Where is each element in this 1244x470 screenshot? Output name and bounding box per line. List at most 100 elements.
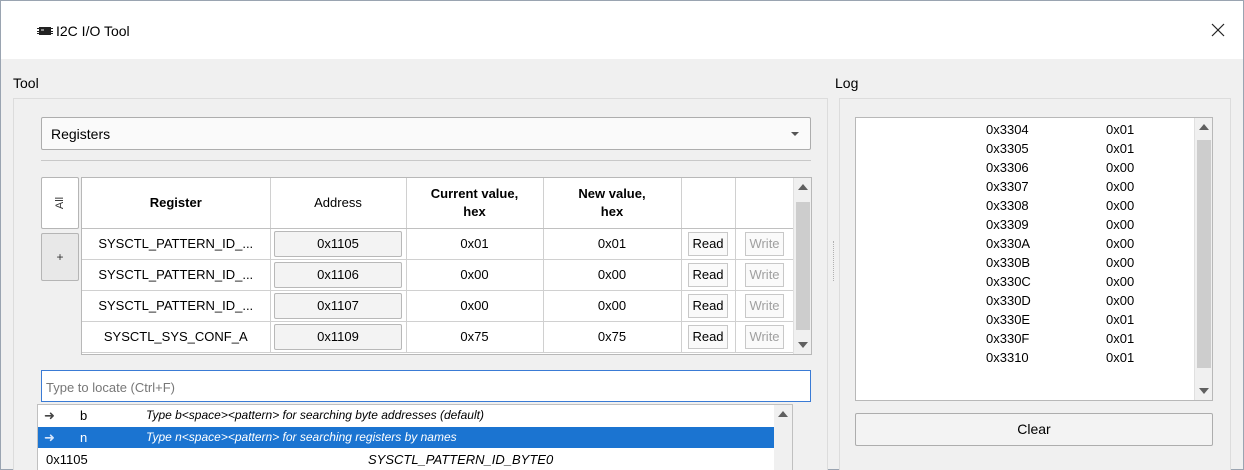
log-entry-value: 0x00 <box>1106 179 1135 194</box>
completion-match-row[interactable]: 0x1105 SYSCTL_PATTERN_ID_BYTE0 <box>38 449 775 470</box>
completion-item-name-search[interactable]: ➜ n Type n<space><pattern> for searching… <box>38 427 775 448</box>
log-entry[interactable]: 0x3304 0x01 <box>856 120 1194 140</box>
completion-match-name: SYSCTL_PATTERN_ID_BYTE0 <box>368 452 554 467</box>
tool-group-label: Tool <box>13 75 39 91</box>
column-header-register[interactable]: Register <box>82 178 271 229</box>
completion-match-address: 0x1105 <box>46 452 88 467</box>
log-entry-address: 0x3307 <box>986 179 1029 194</box>
log-entry-address: 0x330B <box>986 255 1031 270</box>
log-list: 0x3304 0x01 0x3305 0x01 0x3306 0x00 0x3307 0x00… <box>855 117 1213 401</box>
log-entry-value: 0x00 <box>1106 293 1135 308</box>
log-entry-value: 0x01 <box>1106 141 1135 156</box>
log-entry-value: 0x00 <box>1106 236 1135 251</box>
divider <box>41 160 811 161</box>
log-scrollbar[interactable] <box>1194 118 1212 400</box>
log-entry[interactable]: 0x330B 0x00 <box>856 253 1194 273</box>
read-button[interactable]: Read <box>688 262 728 287</box>
table-row[interactable]: SYSCTL_PATTERN_ID_... 0x1107 0x00 0x00 R… <box>82 290 795 322</box>
locate-search-input[interactable] <box>46 377 786 397</box>
completion-popup: ➜ b Type b<space><pattern> for searching… <box>37 404 793 470</box>
log-entry[interactable]: 0x330C 0x00 <box>856 272 1194 292</box>
new-value-field[interactable]: 0x01 <box>543 228 682 260</box>
write-button[interactable]: Write <box>745 262 784 287</box>
table-row[interactable]: SYSCTL_SYS_CONF_A 0x1109 0x75 0x75 Read … <box>82 321 795 353</box>
popup-scrollbar[interactable] <box>774 405 792 470</box>
table-scrollbar[interactable] <box>793 178 811 354</box>
read-button[interactable]: Read <box>688 293 728 318</box>
completion-description: Type n<space><pattern> for searching reg… <box>146 430 457 444</box>
mode-select[interactable]: Registers <box>41 117 811 150</box>
scrollbar-thumb[interactable] <box>796 202 810 330</box>
new-value-field[interactable]: 0x00 <box>543 259 682 291</box>
scroll-down-icon[interactable] <box>798 342 808 348</box>
table-row[interactable]: SYSCTL_PATTERN_ID_... 0x1106 0x00 0x00 R… <box>82 259 795 291</box>
table-header-row: Register Address Current value, hex New v… <box>82 178 795 229</box>
splitter-handle[interactable] <box>833 241 835 281</box>
log-entry[interactable]: 0x330E 0x01 <box>856 310 1194 330</box>
completion-key: n <box>80 430 88 445</box>
scroll-up-icon[interactable] <box>778 411 788 417</box>
log-entry-address: 0x330C <box>986 274 1031 289</box>
address-button[interactable]: 0x1105 <box>274 230 402 257</box>
tab-all[interactable]: All <box>41 177 79 229</box>
current-value: 0x00 <box>406 259 544 291</box>
log-entry-address: 0x3309 <box>986 217 1029 232</box>
registers-table: Register Address Current value, hex New v… <box>81 177 812 355</box>
log-entry-address: 0x330A <box>986 236 1031 251</box>
column-header-new-value[interactable]: New value, hex <box>543 178 682 229</box>
completion-description: Type b<space><pattern> for searching byt… <box>146 408 484 422</box>
address-button[interactable]: 0x1107 <box>274 292 402 319</box>
log-entry[interactable]: 0x3306 0x00 <box>856 158 1194 178</box>
log-entry[interactable]: 0x330F 0x01 <box>856 329 1194 349</box>
column-header-current-value[interactable]: Current value, hex <box>406 178 544 229</box>
register-name[interactable]: SYSCTL_PATTERN_ID_... <box>82 259 271 291</box>
scroll-up-icon[interactable] <box>1199 124 1209 130</box>
scrollbar-thumb[interactable] <box>1197 140 1211 368</box>
log-entry[interactable]: 0x3310 0x01 <box>856 348 1194 368</box>
log-entry-value: 0x00 <box>1106 217 1135 232</box>
register-name[interactable]: SYSCTL_PATTERN_ID_... <box>82 290 271 322</box>
scroll-up-icon[interactable] <box>798 184 808 190</box>
clear-log-button[interactable]: Clear <box>855 413 1213 446</box>
chevron-down-icon <box>791 132 799 136</box>
address-button[interactable]: 0x1109 <box>274 323 402 350</box>
new-value-field[interactable]: 0x75 <box>543 321 682 353</box>
write-button[interactable]: Write <box>745 231 784 256</box>
log-entry-address: 0x330E <box>986 312 1031 327</box>
log-entry[interactable]: 0x330D 0x00 <box>856 291 1194 311</box>
read-button[interactable]: Read <box>688 324 728 349</box>
scroll-down-icon[interactable] <box>1199 388 1209 394</box>
completion-item-byte-search[interactable]: ➜ b Type b<space><pattern> for searching… <box>38 405 775 426</box>
address-button[interactable]: 0x1106 <box>274 261 402 288</box>
log-entry-address: 0x330F <box>986 331 1030 346</box>
log-entry-value: 0x00 <box>1106 274 1135 289</box>
current-value: 0x00 <box>406 290 544 322</box>
log-entry[interactable]: 0x3305 0x01 <box>856 139 1194 159</box>
log-entry[interactable]: 0x330A 0x00 <box>856 234 1194 254</box>
add-tab-label: + <box>56 250 64 264</box>
register-name[interactable]: SYSCTL_SYS_CONF_A <box>82 321 271 353</box>
log-entry[interactable]: 0x3309 0x00 <box>856 215 1194 235</box>
locate-search-box[interactable] <box>41 370 811 402</box>
log-group-label: Log <box>835 75 859 91</box>
close-icon[interactable] <box>1209 21 1227 39</box>
log-entry-value: 0x01 <box>1106 331 1135 346</box>
table-row[interactable]: SYSCTL_PATTERN_ID_... 0x1105 0x01 0x01 R… <box>82 228 795 260</box>
column-header-read <box>681 178 736 229</box>
log-entry[interactable]: 0x3307 0x00 <box>856 177 1194 197</box>
log-entry-value: 0x01 <box>1106 350 1135 365</box>
tab-all-label: All <box>53 196 66 210</box>
log-entry-address: 0x3305 <box>986 141 1029 156</box>
register-name[interactable]: SYSCTL_PATTERN_ID_... <box>82 228 271 260</box>
column-header-address[interactable]: Address <box>270 178 407 229</box>
write-button[interactable]: Write <box>745 293 784 318</box>
log-entry-address: 0x3306 <box>986 160 1029 175</box>
mode-select-value: Registers <box>51 126 111 142</box>
write-button[interactable]: Write <box>745 324 784 349</box>
read-button[interactable]: Read <box>688 231 728 256</box>
log-entry-value: 0x00 <box>1106 160 1135 175</box>
new-value-field[interactable]: 0x00 <box>543 290 682 322</box>
log-entry[interactable]: 0x3308 0x00 <box>856 196 1194 216</box>
add-tab-button[interactable]: + <box>41 233 79 281</box>
log-entry-value: 0x01 <box>1106 122 1135 137</box>
